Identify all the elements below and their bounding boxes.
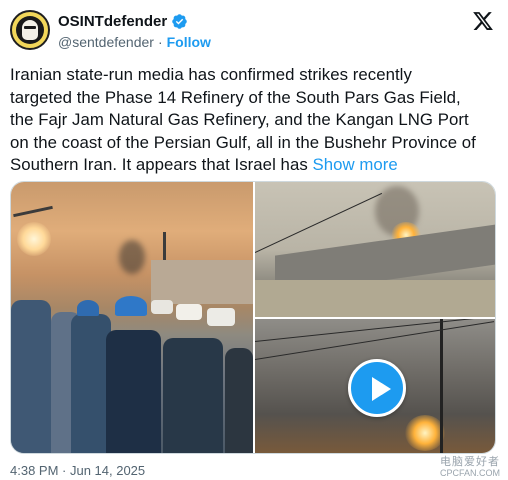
tweet-text-fragment: Southern Iran. It appears that Israel ha… — [10, 155, 313, 174]
smoke-plume — [119, 240, 145, 274]
site-watermark: 电脑爱好者 CPCFAN.COM — [440, 457, 500, 479]
crowd-person — [11, 300, 51, 453]
media-photo-fire-wall[interactable] — [255, 182, 495, 317]
tweet-text-line: Iranian state-run media has confirmed st… — [10, 65, 412, 84]
parked-car — [176, 304, 202, 320]
power-line — [255, 319, 495, 342]
tweet-text-line: on the coast of the Persian Gulf, all in… — [10, 132, 476, 152]
play-icon — [372, 377, 391, 401]
author-display-name[interactable]: OSINTdefender — [58, 13, 167, 30]
media-photo-crowd[interactable] — [11, 182, 253, 453]
crowd-person — [163, 338, 223, 453]
crowd-person — [71, 314, 111, 453]
tweet-timestamp[interactable]: 4:38 PM · Jun 14, 2025 — [10, 463, 145, 478]
gravel-ground — [255, 280, 495, 317]
avatar-mask — [24, 26, 36, 29]
building-wall — [151, 260, 253, 304]
media-grid — [10, 181, 496, 454]
avatar-face — [22, 20, 38, 40]
sun-glare — [17, 222, 51, 256]
author-name-row: OSINTdefender — [58, 13, 188, 30]
parked-car — [207, 308, 235, 326]
tweet-text-line: targeted the Phase 14 Refinery of the So… — [10, 87, 461, 107]
media-video-fire[interactable] — [255, 319, 495, 453]
play-button[interactable] — [348, 359, 406, 417]
crowd-person — [225, 348, 253, 453]
lamp-post — [13, 205, 53, 218]
x-logo-icon[interactable] — [472, 10, 494, 32]
power-tower — [440, 319, 443, 453]
parked-car — [151, 300, 173, 314]
tweet-card: OSINTdefender @sentdefender · Follow Ira… — [0, 0, 508, 480]
watermark-url: CPCFAN.COM — [439, 468, 500, 478]
tweet-text-line: the Fajr Jam Natural Gas Refinery, and t… — [10, 110, 469, 129]
author-avatar[interactable] — [10, 10, 50, 50]
follow-button[interactable]: Follow — [167, 34, 211, 50]
handle-separator: · — [157, 34, 163, 50]
author-handle[interactable]: @sentdefender — [58, 34, 154, 50]
hard-hat — [115, 296, 147, 316]
show-more-link[interactable]: Show more — [312, 155, 397, 174]
verified-badge-icon — [172, 14, 187, 29]
tweet-text: Iranian state-run media has confirmed st… — [10, 64, 500, 177]
fire-glow — [405, 415, 445, 451]
hard-hat — [77, 300, 99, 316]
power-line — [255, 321, 495, 360]
author-handle-row: @sentdefender · Follow — [58, 34, 211, 50]
crowd-person — [106, 330, 161, 453]
tweet-text-line-last: Southern Iran. It appears that Israel ha… — [10, 154, 500, 177]
watermark-text: 电脑爱好者 — [439, 456, 500, 468]
